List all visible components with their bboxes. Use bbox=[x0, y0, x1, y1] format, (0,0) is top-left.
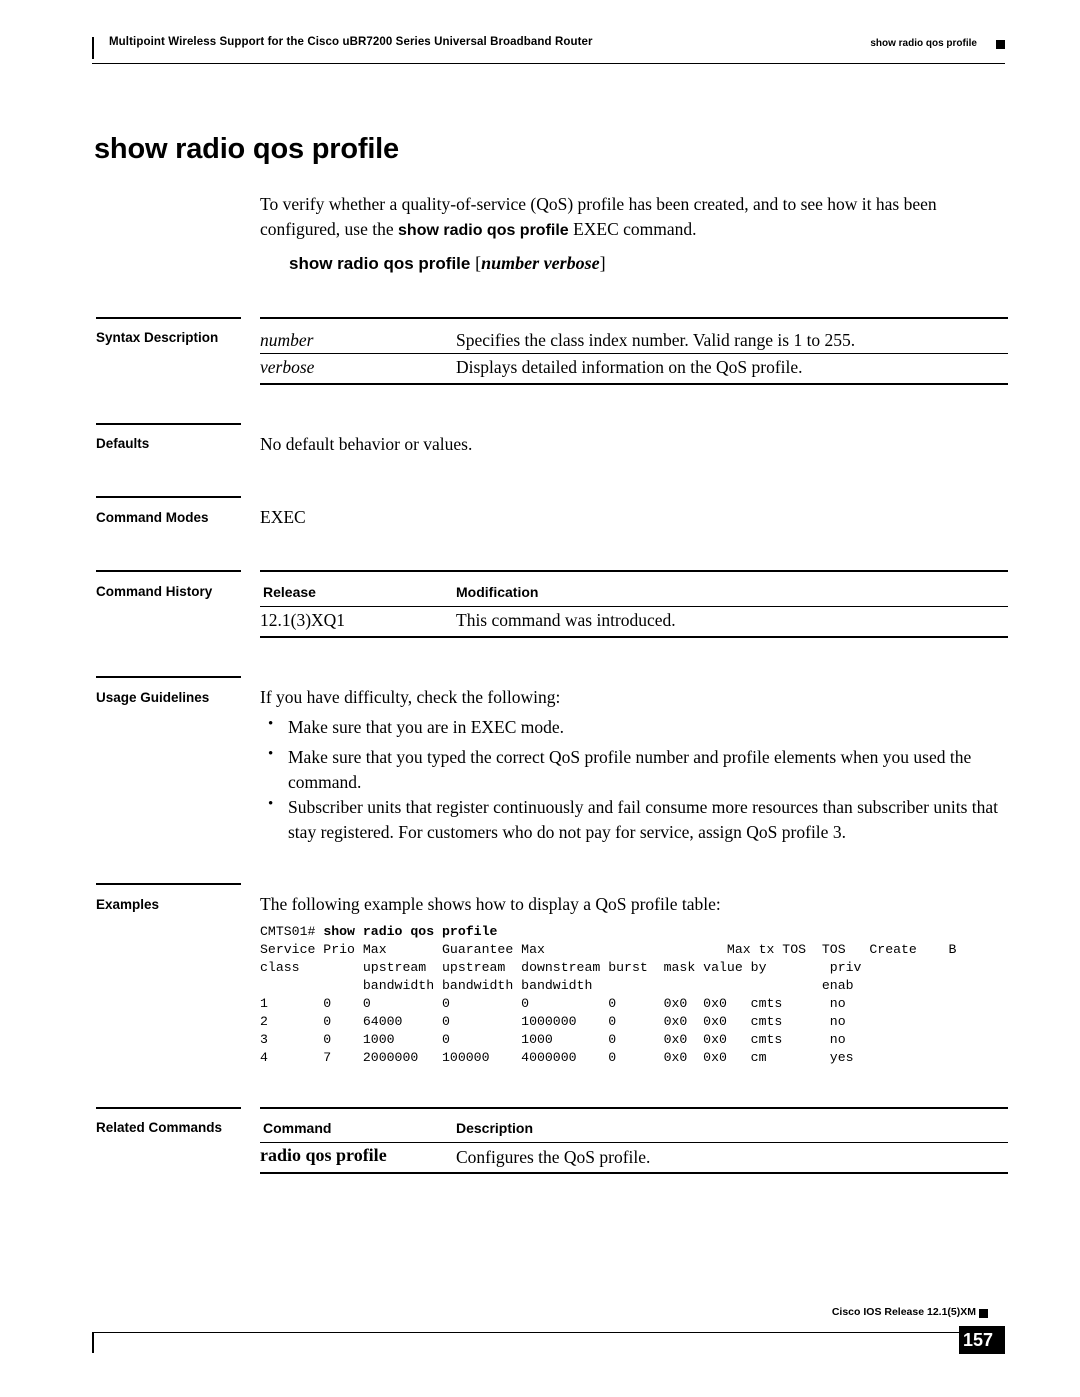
related-commands-table-bottom-rule bbox=[260, 1172, 1008, 1174]
syntax-row-1-desc: Displays detailed information on the QoS… bbox=[456, 357, 803, 377]
usage-guidelines-bullet-2: Subscriber units that register continuou… bbox=[288, 797, 999, 842]
usage-guidelines-lead: If you have difficulty, check the follow… bbox=[260, 687, 561, 707]
command-history-rule bbox=[96, 570, 241, 572]
syntax-command: show radio qos profile bbox=[289, 254, 471, 273]
code-line-5: 3 0 1000 0 1000 0 0x0 0x0 cmts no bbox=[260, 1032, 846, 1047]
section-label-command-history: Command History bbox=[96, 584, 213, 599]
footer-page-number: 157 bbox=[962, 1330, 994, 1350]
syntax-row-1-term: verbose bbox=[260, 357, 315, 377]
intro-command-bold: show radio qos profile bbox=[398, 222, 569, 239]
usage-guidelines-bullet-1: Make sure that you typed the correct QoS… bbox=[288, 747, 972, 792]
footer-release-text: Cisco IOS Release 12.1(5)XM bbox=[831, 1306, 976, 1318]
intro-paragraph: To verify whether a quality-of-service (… bbox=[260, 192, 1008, 243]
code-line-6: 4 7 2000000 100000 4000000 0 0x0 0x0 cm … bbox=[260, 1050, 854, 1065]
syntax-arguments: number verbose bbox=[481, 253, 600, 273]
code-line-1: class upstream upstream downstream burst… bbox=[260, 960, 862, 975]
syntax-description-table-top-rule bbox=[260, 317, 1008, 319]
code-line-4: 2 0 64000 0 1000000 0 0x0 0x0 cmts no bbox=[260, 1014, 846, 1029]
syntax-close-bracket: ] bbox=[599, 253, 606, 273]
intro-text-2: EXEC command. bbox=[568, 219, 697, 239]
command-modes-text: EXEC bbox=[260, 507, 306, 527]
footer-square-marker bbox=[979, 1309, 988, 1318]
section-label-usage-guidelines: Usage Guidelines bbox=[96, 690, 210, 705]
related-commands-header-command: Command bbox=[263, 1120, 332, 1136]
command-history-table-bottom-rule bbox=[260, 636, 1008, 638]
examples-rule bbox=[96, 883, 241, 885]
related-commands-row-command: radio qos profile bbox=[260, 1145, 387, 1165]
page-header: Multipoint Wireless Support for the Cisc… bbox=[92, 36, 1005, 62]
page-title: show radio qos profile bbox=[94, 133, 399, 165]
command-history-header-modification: Modification bbox=[456, 584, 539, 600]
command-history-header-rule bbox=[260, 606, 1008, 607]
bullet-marker-2: • bbox=[268, 796, 274, 812]
code-line-0: Service Prio Max Guarantee Max Max tx TO… bbox=[260, 942, 957, 957]
examples-lead: The following example shows how to displ… bbox=[260, 894, 721, 914]
command-history-row-modification: This command was introduced. bbox=[456, 610, 676, 630]
usage-guidelines-rule bbox=[96, 676, 241, 678]
code-prompt: CMTS01# bbox=[260, 924, 324, 939]
command-history-table-top-rule bbox=[260, 570, 1008, 572]
syntax-description-rule bbox=[96, 317, 241, 319]
bullet-marker-1: • bbox=[268, 746, 274, 762]
usage-guidelines-bullet-0: Make sure that you are in EXEC mode. bbox=[288, 717, 565, 737]
command-syntax-line: show radio qos profile [number verbose] bbox=[289, 253, 606, 274]
code-line-2: bandwidth bandwidth bandwidth enab bbox=[260, 978, 854, 993]
related-commands-header-description: Description bbox=[456, 1120, 534, 1136]
header-command-title: show radio qos profile bbox=[870, 38, 977, 49]
header-book-title: Multipoint Wireless Support for the Cisc… bbox=[109, 36, 593, 48]
header-rule bbox=[92, 63, 1005, 64]
related-commands-row-description: Configures the QoS profile. bbox=[456, 1147, 651, 1167]
header-square-marker bbox=[996, 40, 1005, 49]
syntax-row-0-desc: Specifies the class index number. Valid … bbox=[456, 330, 856, 350]
syntax-row-0-term: number bbox=[260, 330, 314, 350]
footer-left-tick bbox=[92, 1333, 94, 1353]
code-command: show radio qos profile bbox=[323, 924, 498, 939]
bullet-marker-0: • bbox=[268, 716, 274, 732]
command-modes-rule bbox=[96, 496, 241, 498]
command-history-row-release: 12.1(3)XQ1 bbox=[260, 610, 346, 630]
syntax-description-row-rule bbox=[260, 353, 1008, 354]
related-commands-rule bbox=[96, 1107, 241, 1109]
command-history-header-release: Release bbox=[263, 584, 316, 600]
section-label-defaults: Defaults bbox=[96, 436, 150, 451]
code-line-3: 1 0 0 0 0 0 0x0 0x0 cmts no bbox=[260, 996, 846, 1011]
section-label-syntax-description: Syntax Description bbox=[96, 330, 219, 345]
related-commands-table-top-rule bbox=[260, 1107, 1008, 1109]
defaults-rule bbox=[96, 423, 241, 425]
header-left-tick bbox=[92, 37, 94, 59]
document-page: Multipoint Wireless Support for the Cisc… bbox=[0, 0, 1080, 1397]
syntax-description-table-bottom-rule bbox=[260, 383, 1008, 385]
section-label-related-commands: Related Commands bbox=[96, 1120, 223, 1135]
code-prompt-line: CMTS01# show radio qos profile bbox=[260, 924, 497, 939]
section-label-examples: Examples bbox=[96, 897, 160, 912]
footer-rule bbox=[92, 1332, 1005, 1333]
defaults-text: No default behavior or values. bbox=[260, 434, 473, 454]
section-label-command-modes: Command Modes bbox=[96, 510, 209, 525]
